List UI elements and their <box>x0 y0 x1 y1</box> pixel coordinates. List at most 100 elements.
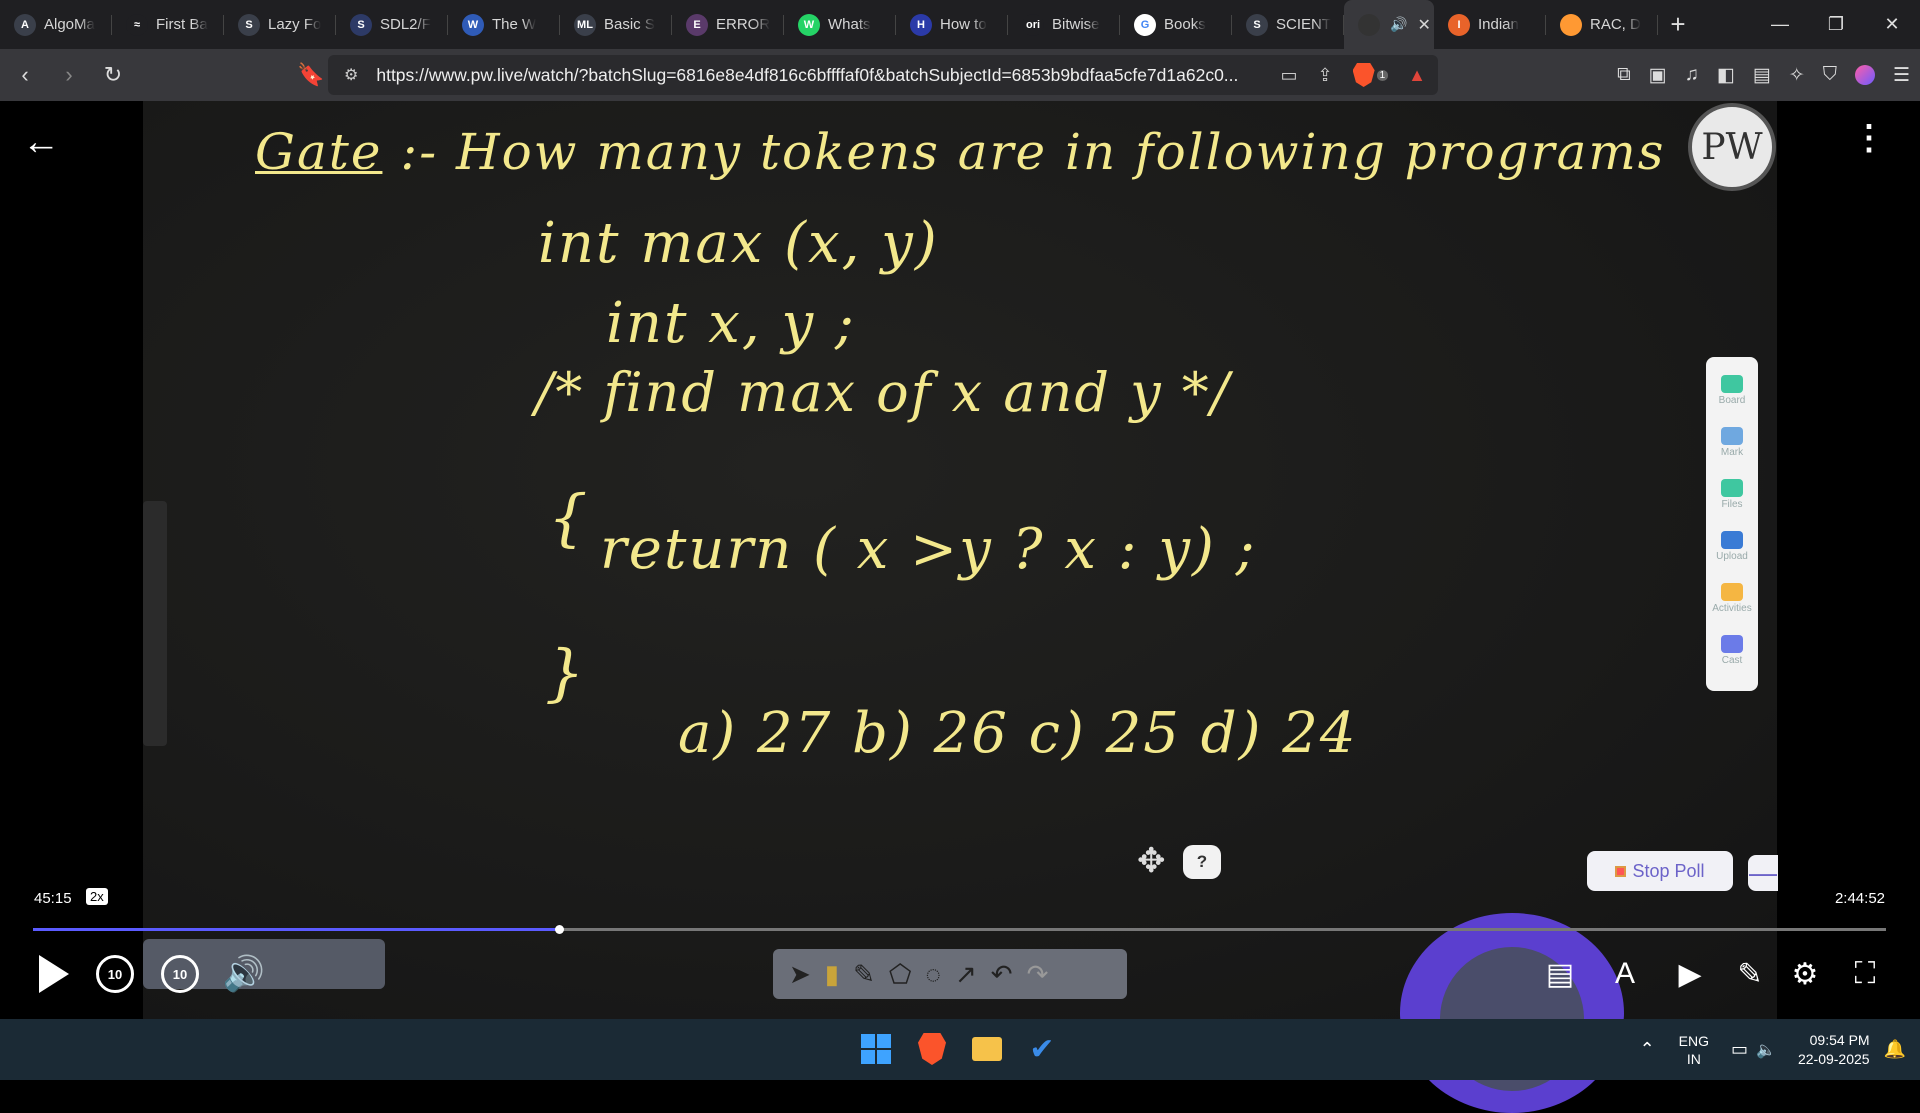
tab-favicon-icon: A <box>14 13 36 36</box>
taskbar-todo[interactable]: ✔ <box>1022 1029 1062 1069</box>
whiteboard-side-tools: Board Mark Files Upload Activities Cast <box>1706 357 1758 691</box>
current-time: 45:15 <box>34 890 72 907</box>
speaker-icon[interactable]: 🔈 <box>1756 1040 1776 1060</box>
new-tab-button[interactable]: + <box>1658 0 1698 49</box>
video-player[interactable]: ← ⋮ Gate :- How many tokens are in follo… <box>0 101 1920 1113</box>
tab-label: AlgoMa <box>44 16 95 33</box>
profile-avatar-icon[interactable] <box>1854 65 1875 85</box>
leo-ai-icon[interactable]: ✧ <box>1789 64 1805 87</box>
move-icon[interactable]: ✥ <box>1137 841 1166 881</box>
close-window-icon[interactable]: ✕ <box>1864 0 1920 49</box>
speed-badge[interactable]: 2x <box>86 888 108 905</box>
tab-2[interactable]: S Lazy Fo <box>224 0 336 49</box>
brave-rewards-icon[interactable]: ▲ <box>1408 65 1426 86</box>
forward-icon[interactable]: › <box>50 56 88 94</box>
taskbar-brave[interactable] <box>912 1029 952 1069</box>
tab-5[interactable]: ML Basic S <box>560 0 672 49</box>
tab-audio-icon[interactable]: 🔊 <box>1390 16 1407 33</box>
side-tool-5[interactable]: Cast <box>1721 635 1743 680</box>
code-line-5: return ( x >y ? x : y) ; <box>600 517 1257 582</box>
site-settings-icon[interactable]: ⚙ <box>344 65 358 85</box>
reload-icon[interactable]: ↻ <box>94 56 132 94</box>
cast-icon[interactable]: ▭ <box>1281 65 1298 86</box>
side-tool-1[interactable]: Mark <box>1721 427 1743 472</box>
tab-10[interactable]: G Books <box>1120 0 1232 49</box>
side-tool-2[interactable]: Files <box>1721 479 1743 524</box>
tab-close-icon[interactable]: ✕ <box>1417 15 1430 35</box>
settings-gear-icon[interactable]: ⚙ <box>1785 954 1825 994</box>
windows-logo-icon <box>861 1034 891 1064</box>
network-icon[interactable]: ▭ <box>1731 1039 1748 1060</box>
vpn-icon[interactable]: ⛉ <box>1823 64 1837 86</box>
url-text: https://www.pw.live/watch/?batchSlug=681… <box>376 64 1239 85</box>
tab-9[interactable]: ori Bitwise <box>1008 0 1120 49</box>
share-icon[interactable]: ⇪ <box>1318 65 1333 86</box>
translate-icon[interactable]: A <box>1605 954 1645 994</box>
tab-favicon-icon <box>1358 13 1380 36</box>
clock[interactable]: 09:54 PM 22-09-2025 <box>1798 1031 1870 1069</box>
restore-icon[interactable]: ❐ <box>1808 0 1864 49</box>
tab-0[interactable]: A AlgoMa <box>0 0 112 49</box>
minimize-poll-button[interactable]: — <box>1748 855 1778 891</box>
tab-favicon-icon: W <box>798 13 820 36</box>
lasso-icon: ◌ <box>925 958 941 989</box>
reader-icon[interactable]: ▣ <box>1649 64 1667 87</box>
tab-label: SCIENT <box>1276 16 1332 33</box>
minimize-icon[interactable]: — <box>1752 0 1808 49</box>
bookmark-icon[interactable]: 🔖 <box>292 56 330 94</box>
volume-icon[interactable]: 🔊 <box>222 951 266 997</box>
whiteboard-toolbar-center: ➤ ▮ ✎ ⬠ ◌ ↗ ↶ ↷ <box>773 949 1127 999</box>
tab-12[interactable]: I Indian <box>1434 0 1546 49</box>
start-button[interactable] <box>856 1029 896 1069</box>
play-button[interactable] <box>36 951 72 997</box>
notification-bell-icon[interactable]: 🔔 <box>1884 1039 1906 1060</box>
code-line-2: int x, y ; <box>606 291 856 356</box>
tab-1[interactable]: ≈ First Ba <box>112 0 224 49</box>
seek-bar-fill <box>33 928 560 931</box>
side-tool-4[interactable]: Activities <box>1712 583 1752 628</box>
stop-poll-label: Stop Poll <box>1632 860 1705 881</box>
tab-3[interactable]: S SDL2/F <box>336 0 448 49</box>
answer-options: a) 27 b) 26 c) 25 d) 24 <box>678 701 1358 766</box>
tab-4[interactable]: W The W <box>448 0 560 49</box>
address-bar[interactable]: ⚙ https://www.pw.live/watch/?batchSlug=6… <box>328 55 1438 95</box>
sidebar-icon[interactable]: ◧ <box>1717 64 1735 87</box>
rewind-10-button[interactable]: 10 <box>96 955 134 993</box>
back-icon[interactable]: ‹ <box>6 56 44 94</box>
back-arrow-icon[interactable]: ← <box>22 121 60 164</box>
help-button[interactable]: ? <box>1183 845 1221 879</box>
side-tool-0[interactable]: Board <box>1719 375 1745 420</box>
menu-icon[interactable]: ☰ <box>1893 64 1910 87</box>
tab-8[interactable]: H How to <box>896 0 1008 49</box>
seek-bar[interactable] <box>33 925 1886 934</box>
media-icon[interactable]: ♫ <box>1685 64 1699 86</box>
notes-icon[interactable]: ✎ <box>1730 954 1770 994</box>
tab-favicon-icon: S <box>238 13 260 36</box>
navigation-bar: ‹ › ↻ 🔖 ⚙ https://www.pw.live/watch/?bat… <box>0 49 1920 101</box>
tab-7[interactable]: W Whats <box>784 0 896 49</box>
stop-poll-button[interactable]: Stop Poll <box>1587 851 1733 891</box>
tab-13[interactable]: RAC, D <box>1546 0 1658 49</box>
tab-active-video[interactable]: 🔊 ✕ <box>1344 0 1434 49</box>
chat-icon[interactable]: ▤ <box>1540 954 1580 994</box>
whiteboard-left-strip <box>143 501 167 746</box>
tab-strip: A AlgoMa ≈ First Ba S Lazy Fo S SDL2/F W The W ML B… <box>0 0 1920 49</box>
show-hidden-icons-chevron[interactable]: ⌃ <box>1640 1039 1655 1060</box>
wallet-icon[interactable]: ▤ <box>1753 64 1771 87</box>
side-tool-3[interactable]: Upload <box>1716 531 1748 576</box>
extensions-icon[interactable]: ⧉ <box>1617 64 1631 86</box>
tab-6[interactable]: E ERROR <box>672 0 784 49</box>
more-options-icon[interactable]: ⋮ <box>1852 121 1886 155</box>
language-indicator[interactable]: ENG IN <box>1679 1032 1709 1068</box>
side-tool-icon <box>1720 427 1743 445</box>
shape-icon: ⬠ <box>888 958 912 989</box>
tab-favicon-icon: H <box>910 13 932 36</box>
forward-10-button[interactable]: 10 <box>161 955 199 993</box>
taskbar-file-explorer[interactable] <box>967 1029 1007 1069</box>
picture-in-picture-icon[interactable]: ▶ <box>1670 954 1710 994</box>
brave-shields-icon[interactable]: 1 <box>1352 63 1389 87</box>
tab-label: Lazy Fo <box>268 16 322 33</box>
tab-11[interactable]: S SCIENT <box>1232 0 1344 49</box>
tab-favicon-icon: ≈ <box>126 13 148 36</box>
fullscreen-icon[interactable]: ⛶ <box>1845 954 1885 994</box>
